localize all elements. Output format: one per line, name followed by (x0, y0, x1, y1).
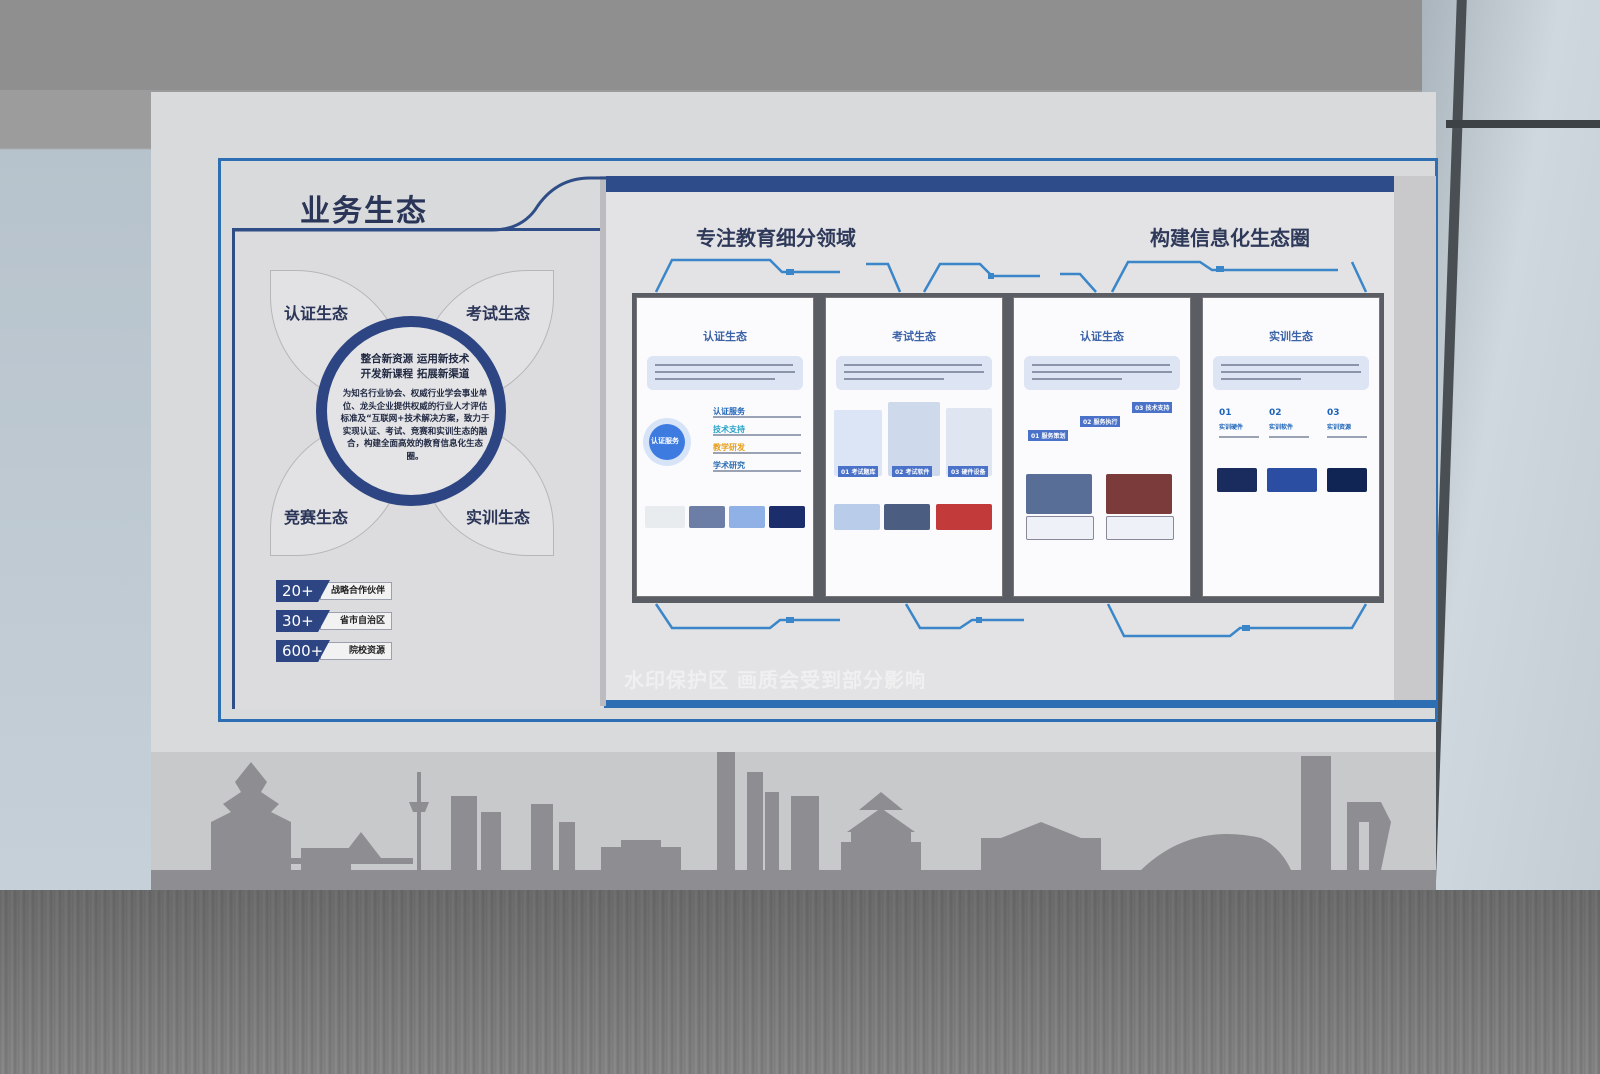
card-description (1024, 356, 1180, 390)
card-title: 认证生态 (1080, 330, 1124, 343)
thumb-3 (936, 504, 992, 530)
card-description (647, 356, 803, 390)
card-item: 01 服务策划 (1028, 430, 1069, 441)
card-item: 02 服务执行 (1080, 416, 1121, 427)
exam-image-2 (888, 402, 940, 476)
card-certification: 认证生态 认证服务 认证服务 技术支持 教学研发 学术研究 (636, 297, 814, 597)
stat-label: 战略合作伙伴 (320, 582, 392, 600)
center-body: 为知名行业协会、权威行业学会事业单位、龙头企业提供权威的行业人才评估标准及“互联… (340, 389, 490, 462)
city-skyline (151, 752, 1436, 892)
card-certification-2: 认证生态 03 技术支持 02 服务执行 01 服务策划 (1013, 297, 1191, 597)
stat-provinces: 省市自治区 30+ (276, 610, 392, 632)
card-item-number: 01 (1219, 408, 1232, 418)
petal-label-certification: 认证生态 (284, 304, 349, 323)
caption-2 (1106, 516, 1174, 540)
card-description (1213, 356, 1369, 390)
card-item-number: 03 (1327, 408, 1340, 418)
card-title: 考试生态 (892, 330, 936, 343)
subtitle-ecosystem: 构建信息化生态圈 (1150, 226, 1310, 250)
thumb-4 (769, 506, 805, 528)
stat-label: 院校资源 (320, 642, 392, 660)
thumb-1 (1217, 468, 1257, 492)
card-item: 01 考试题库 (838, 466, 879, 477)
card-exam: 考试生态 01 考试题库 02 考试软件 03 硬件设备 (825, 297, 1003, 597)
card-item: 02 考试软件 (892, 466, 933, 477)
center-headline-1: 整合新资源 运用新技术 (360, 353, 470, 365)
thumb-1 (645, 506, 685, 528)
render-scene: 业务生态 专注教育细分领域 构建信息化生态圈 认证生态 考试生态 竞赛生态 实训… (0, 0, 1600, 1074)
center-text: 整合新资源 运用新技术 开发新课程 拓展新渠道 为知名行业协会、权威行业学会事业… (340, 352, 490, 463)
card-item-label: 实训资源 (1327, 424, 1352, 431)
card-item: 03 技术支持 (1132, 402, 1173, 413)
main-title: 业务生态 (300, 194, 428, 229)
card-item-label: 实训硬件 (1219, 424, 1244, 431)
card-item: 03 硬件设备 (948, 466, 989, 477)
petal-label-training: 实训生态 (466, 508, 531, 527)
thumb-2 (689, 506, 725, 528)
thumb-2 (1267, 468, 1317, 492)
stat-schools: 院校资源 600+ (276, 640, 392, 662)
photo-1 (1026, 474, 1092, 514)
card-description (836, 356, 992, 390)
thumb-3 (729, 506, 765, 528)
subtitle-education: 专注教育细分领域 (696, 226, 856, 250)
thumb-3 (1327, 468, 1367, 492)
card-title: 认证生态 (703, 330, 747, 343)
stat-label: 省市自治区 (320, 612, 392, 630)
card-item-number: 02 (1269, 408, 1282, 418)
card-item-label: 实训软件 (1269, 424, 1294, 431)
thumb-2 (884, 504, 930, 530)
card-training: 实训生态 01 02 03 实训硬件 实训软件 实训资源 (1202, 297, 1380, 597)
center-headline-2: 开发新课程 拓展新渠道 (360, 368, 470, 380)
card-title: 实训生态 (1269, 330, 1313, 343)
cert-badge: 认证服务 (651, 437, 679, 445)
petal-label-competition: 竞赛生态 (284, 508, 349, 527)
watermark-text: 水印保护区 画质会受到部分影响 (624, 668, 926, 692)
thumb-1 (834, 504, 880, 530)
petal-label-exam: 考试生态 (466, 304, 531, 323)
center-headline: 整合新资源 运用新技术 开发新课程 拓展新渠道 (340, 352, 490, 382)
floor-shade (0, 890, 1600, 1074)
caption-1 (1026, 516, 1094, 540)
stat-partners: 战略合作伙伴 20+ (276, 580, 392, 602)
photo-2 (1106, 474, 1172, 514)
